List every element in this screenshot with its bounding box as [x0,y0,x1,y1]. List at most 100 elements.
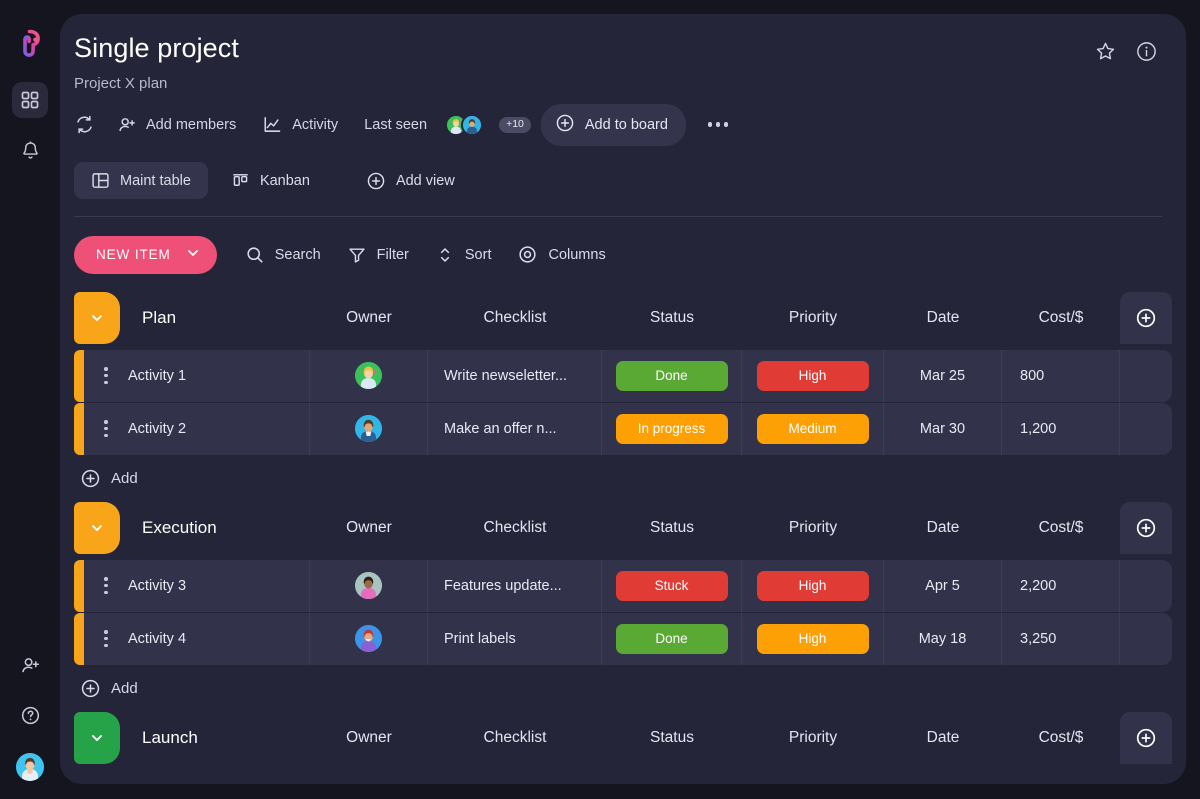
row-owner-cell[interactable] [310,403,428,455]
column-header-checklist[interactable]: Checklist [428,502,602,554]
row-cost-cell[interactable]: 800 [1002,350,1120,402]
priority-badge[interactable]: High [757,571,869,601]
column-header-priority[interactable]: Priority [742,292,884,344]
row-priority-cell[interactable]: High [742,560,884,612]
row-checklist-cell[interactable]: Features update... [428,560,602,612]
row-menu-icon[interactable] [84,576,128,596]
row-title-cell[interactable]: Activity 2 [84,403,310,455]
row-status-cell[interactable]: Stuck [602,560,742,612]
column-header-date[interactable]: Date [884,502,1002,554]
sidebar-item-dashboard[interactable] [12,82,48,118]
row-owner-cell[interactable] [310,560,428,612]
more-options-icon[interactable] [708,122,729,127]
row-menu-icon[interactable] [84,419,128,439]
row-status-cell[interactable]: Done [602,350,742,402]
row-priority-cell[interactable]: High [742,613,884,665]
group-name[interactable]: Launch [120,712,310,764]
column-header-priority[interactable]: Priority [742,502,884,554]
table-row[interactable]: Activity 2 [74,403,1162,455]
group-name[interactable]: Execution [120,502,310,554]
row-title-cell[interactable]: Activity 3 [84,560,310,612]
column-header-cost[interactable]: Cost/$ [1002,292,1120,344]
row-menu-icon[interactable] [84,629,128,649]
tab-kanban[interactable]: Kanban [214,162,327,199]
add-to-board-button[interactable]: Add to board [541,104,686,146]
add-column-button[interactable] [1120,712,1172,764]
priority-badge[interactable]: Medium [757,414,869,444]
row-priority-cell[interactable]: High [742,350,884,402]
column-header-date[interactable]: Date [884,712,1002,764]
column-header-owner[interactable]: Owner [310,292,428,344]
add-view-label: Add view [396,173,455,189]
column-header-date[interactable]: Date [884,292,1002,344]
row-status-cell[interactable]: In progress [602,403,742,455]
add-item-button[interactable]: Add [74,456,1162,502]
column-header-owner[interactable]: Owner [310,712,428,764]
row-cost-cell[interactable]: 1,200 [1002,403,1120,455]
group-name[interactable]: Plan [120,292,310,344]
column-header-priority[interactable]: Priority [742,712,884,764]
new-item-button[interactable]: NEW ITEM [74,236,217,274]
invite-user-icon[interactable] [12,647,48,683]
status-badge[interactable]: In progress [616,414,728,444]
group-collapse-toggle[interactable] [74,712,120,764]
row-cost-cell[interactable]: 2,200 [1002,560,1120,612]
status-badge[interactable]: Done [616,624,728,654]
columns-button[interactable]: Columns [517,244,605,265]
last-seen-avatars[interactable] [445,114,483,136]
priority-badge[interactable]: High [757,624,869,654]
row-owner-cell[interactable] [310,613,428,665]
search-button[interactable]: Search [245,245,321,265]
table-row[interactable]: Activity 3 [74,560,1162,612]
avatar [355,625,382,652]
sidebar-item-notifications[interactable] [12,132,48,168]
column-header-checklist[interactable]: Checklist [428,712,602,764]
group-collapse-toggle[interactable] [74,502,120,554]
row-title-cell[interactable]: Activity 4 [84,613,310,665]
row-status-cell[interactable]: Done [602,613,742,665]
column-header-cost[interactable]: Cost/$ [1002,712,1120,764]
overflow-count-badge[interactable]: +10 [499,117,531,133]
column-header-owner[interactable]: Owner [310,502,428,554]
status-badge[interactable]: Stuck [616,571,728,601]
info-icon[interactable] [1135,40,1158,63]
add-column-button[interactable] [1120,502,1172,554]
column-header-status[interactable]: Status [602,502,742,554]
app-logo[interactable] [15,28,45,58]
row-menu-icon[interactable] [84,366,128,386]
row-checklist-cell[interactable]: Write newseletter... [428,350,602,402]
add-view-button[interactable]: Add view [349,162,472,200]
status-badge[interactable]: Done [616,361,728,391]
row-date-cell[interactable]: May 18 [884,613,1002,665]
row-date-cell[interactable]: Apr 5 [884,560,1002,612]
column-header-cost[interactable]: Cost/$ [1002,502,1120,554]
tab-maint-table[interactable]: Maint table [74,162,208,199]
row-checklist-cell[interactable]: Print labels [428,613,602,665]
add-item-button[interactable]: Add [74,666,1162,712]
chevron-down-icon[interactable] [185,245,201,264]
column-header-status[interactable]: Status [602,712,742,764]
row-owner-cell[interactable] [310,350,428,402]
add-members-button[interactable]: Add members [117,115,236,135]
row-title-cell[interactable]: Activity 1 [84,350,310,402]
filter-button[interactable]: Filter [347,245,409,265]
star-icon[interactable] [1094,40,1117,63]
activity-button[interactable]: Activity [262,114,338,135]
row-tail-cell [1120,403,1172,455]
refresh-button[interactable] [74,114,95,135]
row-checklist-cell[interactable]: Make an offer n... [428,403,602,455]
avatar[interactable] [16,753,44,781]
row-date-cell[interactable]: Mar 25 [884,350,1002,402]
priority-badge[interactable]: High [757,361,869,391]
column-header-checklist[interactable]: Checklist [428,292,602,344]
table-row[interactable]: Activity 1 [74,350,1162,402]
group-collapse-toggle[interactable] [74,292,120,344]
add-column-button[interactable] [1120,292,1172,344]
help-icon[interactable] [12,697,48,733]
row-priority-cell[interactable]: Medium [742,403,884,455]
row-date-cell[interactable]: Mar 30 [884,403,1002,455]
sort-button[interactable]: Sort [435,245,492,265]
column-header-status[interactable]: Status [602,292,742,344]
table-row[interactable]: Activity 4 [74,613,1162,665]
row-cost-cell[interactable]: 3,250 [1002,613,1120,665]
